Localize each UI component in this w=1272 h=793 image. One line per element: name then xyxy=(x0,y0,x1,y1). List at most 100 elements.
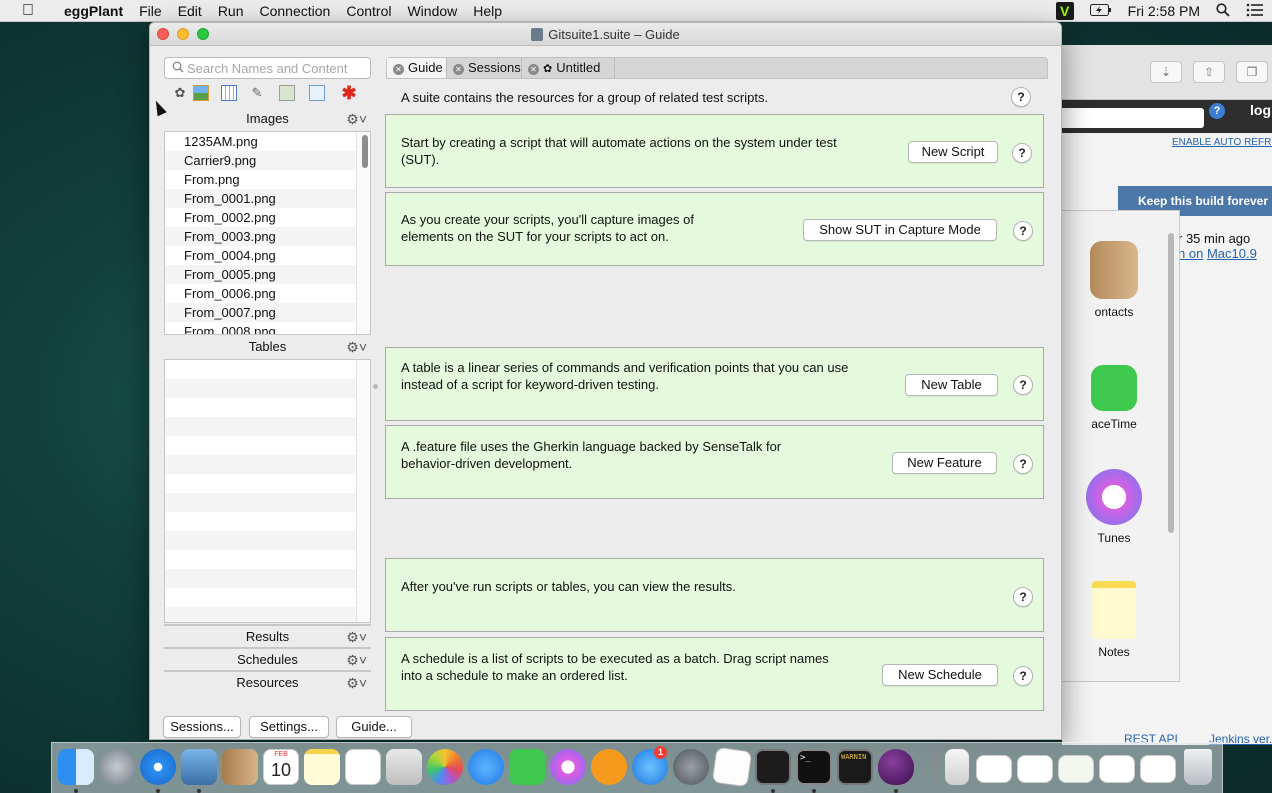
sidebar-split-handle[interactable] xyxy=(373,384,378,389)
images-gear-icon[interactable]: ⚙˅ xyxy=(346,108,367,130)
minimized-window-thumbnail[interactable] xyxy=(1058,755,1094,783)
tab-untitled[interactable]: ✕ ✿ Untitled xyxy=(522,58,615,78)
list-item[interactable]: From_0001.png xyxy=(165,189,356,208)
new-schedule-button[interactable]: New Schedule xyxy=(882,664,998,686)
list-item[interactable]: From_0003.png xyxy=(165,227,356,246)
menu-window[interactable]: Window xyxy=(399,0,465,22)
window-titlebar[interactable]: Gitsuite1.suite – Guide xyxy=(150,23,1061,46)
schedules-gear-icon[interactable]: ⚙˅ xyxy=(346,649,367,671)
menu-app[interactable]: eggPlant xyxy=(56,0,131,22)
launcher-facetime[interactable]: aceTime xyxy=(1062,359,1166,431)
vnc-status-icon[interactable]: V xyxy=(1055,2,1074,20)
launcher-itunes[interactable]: Tunes xyxy=(1062,469,1166,545)
new-schedule-help-button[interactable]: ? xyxy=(1013,666,1033,686)
jenkins-help-icon[interactable]: ? xyxy=(1209,103,1225,119)
resources-section-header[interactable]: Resources ⚙˅ xyxy=(164,670,371,692)
sessions-button[interactable]: Sessions... xyxy=(163,716,241,738)
jenkins-search-input[interactable] xyxy=(1062,108,1204,128)
tables-gear-icon[interactable]: ⚙˅ xyxy=(346,336,367,358)
scripts-filter-icon[interactable]: ✿ xyxy=(172,85,188,101)
terminal-icon[interactable]: >_ xyxy=(796,749,832,785)
mac-node-link[interactable]: Mac10.9 xyxy=(1207,246,1257,261)
menu-run[interactable]: Run xyxy=(210,0,252,22)
system-preferences-icon[interactable] xyxy=(673,749,709,785)
search-field[interactable] xyxy=(164,57,371,79)
list-item[interactable]: From_0005.png xyxy=(165,265,356,284)
menu-file[interactable]: File xyxy=(131,0,170,22)
close-tab-icon[interactable]: ✕ xyxy=(528,64,539,75)
menu-control[interactable]: Control xyxy=(338,0,399,22)
close-tab-icon[interactable]: ✕ xyxy=(453,64,464,75)
intro-help-button[interactable]: ? xyxy=(1011,87,1031,107)
minimized-window-thumbnail[interactable] xyxy=(976,755,1012,783)
show-sut-capture-button[interactable]: Show SUT in Capture Mode xyxy=(803,219,997,241)
minimized-window-thumbnail[interactable] xyxy=(1140,755,1176,783)
results-filter-icon[interactable] xyxy=(279,85,295,101)
new-feature-help-button[interactable]: ? xyxy=(1013,454,1033,474)
apple-menu-icon[interactable]:  xyxy=(0,2,56,20)
launcher-notes[interactable]: Notes xyxy=(1062,581,1166,659)
guide-button[interactable]: Guide... xyxy=(336,716,412,738)
calendar-icon[interactable]: FEB 10 xyxy=(263,749,299,785)
launchpad-icon[interactable] xyxy=(99,749,135,785)
clock[interactable]: Fri 2:58 PM xyxy=(1120,3,1208,19)
close-tab-icon[interactable]: ✕ xyxy=(393,64,404,75)
resources-filter-icon[interactable]: ✱ xyxy=(341,84,357,102)
minimized-window-thumbnail[interactable] xyxy=(1099,755,1135,783)
capture-help-button[interactable]: ? xyxy=(1013,221,1033,241)
messages-icon[interactable] xyxy=(468,749,504,785)
enable-auto-refresh-link[interactable]: ENABLE AUTO REFRES xyxy=(1172,137,1272,148)
notes-icon[interactable] xyxy=(304,749,340,785)
list-item[interactable]: From.png xyxy=(165,170,356,189)
console-icon[interactable]: WARNIN xyxy=(837,749,873,785)
list-item[interactable]: From_0002.png xyxy=(165,208,356,227)
tables-section-header[interactable]: Tables ⚙˅ xyxy=(164,336,371,358)
activity-monitor-icon[interactable] xyxy=(755,749,791,785)
settings-button[interactable]: Settings... xyxy=(249,716,329,738)
jenkins-login-link[interactable]: log xyxy=(1250,102,1271,118)
list-item[interactable]: 1235AM.png xyxy=(165,132,356,151)
schedules-filter-icon[interactable] xyxy=(309,85,325,101)
tab-guide[interactable]: ✕ Guide xyxy=(387,58,447,78)
new-script-help-button[interactable]: ? xyxy=(1012,143,1032,163)
menu-help[interactable]: Help xyxy=(465,0,510,22)
downloads-stack-icon[interactable] xyxy=(945,749,969,785)
new-table-button[interactable]: New Table xyxy=(905,374,998,396)
tables-list[interactable] xyxy=(164,359,371,623)
safari-icon[interactable] xyxy=(140,749,176,785)
brush-filter-icon[interactable]: ✎ xyxy=(249,85,265,101)
launcher-contacts[interactable]: ontacts xyxy=(1062,241,1166,319)
notification-center-icon[interactable] xyxy=(1238,3,1272,20)
list-item[interactable]: From_0007.png xyxy=(165,303,356,322)
schedules-section-header[interactable]: Schedules ⚙˅ xyxy=(164,647,371,669)
results-help-button[interactable]: ? xyxy=(1013,587,1033,607)
tables-scroll-track[interactable] xyxy=(356,360,370,622)
new-feature-button[interactable]: New Feature xyxy=(892,452,997,474)
eggplant-icon[interactable] xyxy=(878,749,914,785)
menu-edit[interactable]: Edit xyxy=(170,0,210,22)
trash-icon[interactable] xyxy=(1184,749,1212,785)
images-scrollbar[interactable] xyxy=(362,135,368,168)
share-icon[interactable]: ⇧ xyxy=(1193,61,1225,83)
itunes-icon[interactable] xyxy=(550,749,586,785)
download-icon[interactable]: ⇣ xyxy=(1150,61,1182,83)
menu-connection[interactable]: Connection xyxy=(252,0,339,22)
launcher-scrollbar[interactable] xyxy=(1168,233,1174,533)
spotlight-search-icon[interactable] xyxy=(1208,2,1238,20)
preview-icon[interactable] xyxy=(181,749,217,785)
tab-sessions[interactable]: ✕ Sessions xyxy=(447,58,522,78)
images-filter-icon[interactable] xyxy=(193,85,209,101)
contacts-icon[interactable] xyxy=(222,749,258,785)
resources-gear-icon[interactable]: ⚙˅ xyxy=(346,672,367,694)
list-item[interactable]: From_0006.png xyxy=(165,284,356,303)
new-table-help-button[interactable]: ? xyxy=(1013,375,1033,395)
minimized-window-thumbnail[interactable] xyxy=(1017,755,1053,783)
tabs-overview-icon[interactable]: ❐ xyxy=(1236,61,1268,83)
battery-icon[interactable] xyxy=(1082,3,1120,19)
ibooks-icon[interactable] xyxy=(591,749,627,785)
list-item[interactable]: From_0004.png xyxy=(165,246,356,265)
facetime-icon[interactable] xyxy=(509,749,545,785)
search-input[interactable] xyxy=(187,60,367,76)
photo-booth-icon[interactable] xyxy=(386,749,422,785)
list-item[interactable]: From_0008.png xyxy=(165,322,356,334)
